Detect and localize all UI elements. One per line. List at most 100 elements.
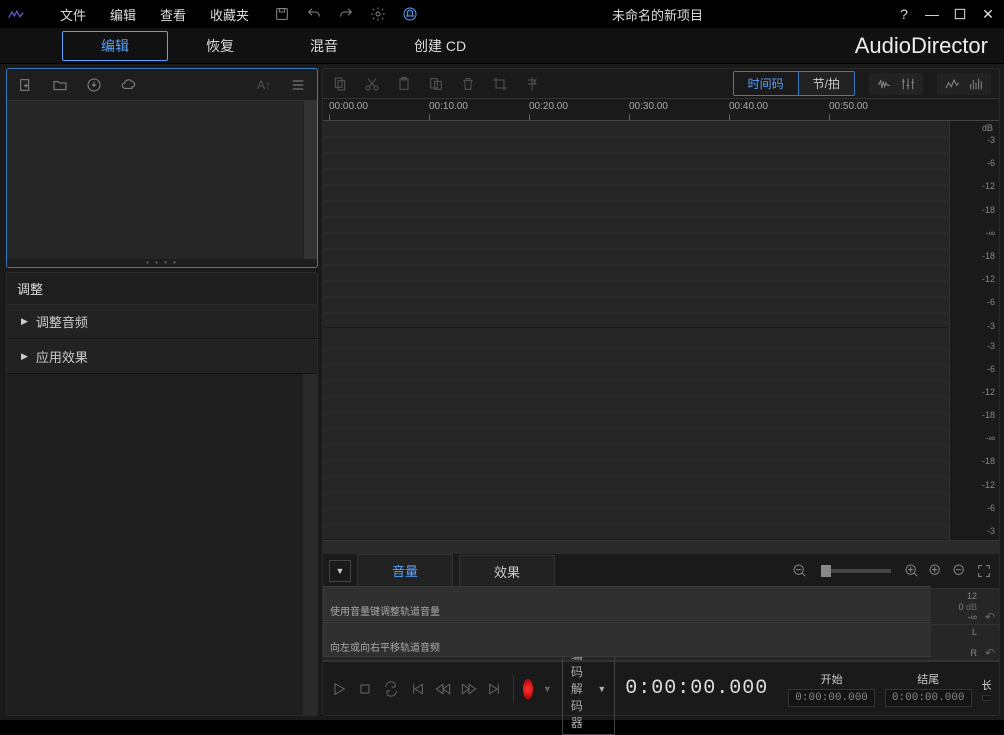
redo-icon[interactable] — [337, 5, 355, 23]
forward-button[interactable] — [461, 679, 477, 699]
menu-view[interactable]: 查看 — [160, 5, 186, 24]
media-library-body[interactable] — [7, 101, 317, 259]
waveform-hscrollbar[interactable] — [323, 540, 999, 554]
start-label: 开始 — [821, 671, 843, 687]
waveform-view-icon[interactable] — [875, 75, 893, 93]
zoom-v-out-icon[interactable] — [951, 562, 969, 580]
waveform-track-left[interactable] — [323, 121, 949, 328]
lower-tab-volume[interactable]: 音量 — [357, 554, 453, 588]
ruler-tick: 00:40.00 — [729, 101, 768, 112]
zoom-out-icon[interactable] — [791, 562, 809, 580]
media-scrollbar[interactable] — [303, 101, 317, 259]
lower-tab-effect[interactable]: 效果 — [459, 555, 555, 588]
settings-icon[interactable] — [369, 5, 387, 23]
media-library-panel: A↑ • • • • — [6, 68, 318, 268]
cloud-icon[interactable] — [119, 76, 137, 94]
adjust-item-audio[interactable]: ▶ 调整音频 — [7, 304, 317, 339]
adjust-scrollbar[interactable] — [303, 374, 317, 715]
waveform-tracks[interactable] — [323, 121, 949, 540]
minimize-icon[interactable]: — — [924, 6, 940, 22]
ruler-tick: 00:00.00 — [329, 101, 368, 112]
titlebar: 文件 编辑 查看 收藏夹 未命名的新项目 ? — ✕ — [0, 0, 1004, 28]
main-timecode: 0:00:00.000 — [625, 677, 768, 700]
notification-icon[interactable] — [401, 5, 419, 23]
import-file-icon[interactable] — [17, 76, 35, 94]
adjust-item-label: 调整音频 — [36, 312, 88, 331]
zoom-slider[interactable] — [821, 569, 891, 573]
adjust-panel: 调整 ▶ 调整音频 ▶ 应用效果 — [6, 272, 318, 716]
paste-special-icon[interactable] — [427, 75, 445, 93]
lane-hint: 使用音量键调整轨道音量 — [330, 603, 440, 618]
zoom-in-icon[interactable] — [903, 562, 921, 580]
mode-tabs-row: 编辑 恢复 混音 创建 CD AudioDirector — [0, 28, 1004, 64]
next-button[interactable] — [487, 679, 503, 699]
mode-tab-restore[interactable]: 恢复 — [168, 32, 272, 60]
stop-button[interactable] — [357, 679, 373, 699]
lane-reset-icon[interactable]: ↶ — [981, 646, 999, 660]
length-time-field[interactable] — [982, 695, 991, 701]
text-size-icon[interactable]: A↑ — [255, 76, 273, 94]
delete-icon[interactable] — [459, 75, 477, 93]
crop-icon[interactable] — [491, 75, 509, 93]
mode-tab-edit[interactable]: 编辑 — [62, 31, 168, 61]
cut-icon[interactable] — [363, 75, 381, 93]
adjust-item-effect[interactable]: ▶ 应用效果 — [7, 339, 317, 374]
seg-timecode[interactable]: 时间码 — [734, 72, 799, 95]
fullscreen-icon[interactable] — [975, 562, 993, 580]
undo-icon[interactable] — [305, 5, 323, 23]
mode-tab-create-cd[interactable]: 创建 CD — [376, 32, 504, 60]
volume-lane-scale: 12 0 dB -∞ — [931, 589, 981, 624]
paste-icon[interactable] — [395, 75, 413, 93]
spectrum-bars-icon[interactable] — [967, 75, 985, 93]
volume-lane: 使用音量键调整轨道音量 12 0 dB -∞ ↶ — [323, 589, 999, 625]
maximize-icon[interactable] — [952, 6, 968, 22]
adjust-header: 调整 — [7, 273, 317, 304]
mode-tab-mix[interactable]: 混音 — [272, 32, 376, 60]
expand-icon: ▶ — [21, 351, 28, 362]
volume-lane-track[interactable]: 使用音量键调整轨道音量 — [323, 586, 931, 621]
play-button[interactable] — [331, 679, 347, 699]
seg-beat[interactable]: 节/拍 — [799, 72, 854, 95]
pan-lane-scale: L R — [931, 625, 981, 660]
menu-favorites[interactable]: 收藏夹 — [210, 5, 249, 24]
pan-lane-track[interactable]: 向左或向右平移轨道音频 — [323, 622, 931, 657]
menu-file[interactable]: 文件 — [60, 5, 86, 24]
adjust-item-label: 应用效果 — [36, 347, 88, 366]
lane-reset-icon[interactable]: ↶ — [981, 610, 999, 624]
waveform-track-right[interactable] — [323, 334, 949, 541]
start-time-field[interactable]: 0:00:00.000 — [788, 689, 875, 707]
ruler-tick: 00:50.00 — [829, 101, 868, 112]
brand-label: AudioDirector — [855, 33, 996, 59]
save-icon[interactable] — [273, 5, 291, 23]
ruler-mode-segment: 时间码 节/拍 — [733, 71, 855, 96]
panel-menu-icon[interactable] — [289, 76, 307, 94]
marker-icon[interactable] — [523, 75, 541, 93]
lane-menu-button[interactable]: ▼ — [329, 560, 351, 582]
project-title: 未命名的新项目 — [419, 5, 896, 24]
help-icon[interactable]: ? — [896, 6, 912, 22]
eq-view-icon[interactable] — [899, 75, 917, 93]
prev-button[interactable] — [409, 679, 425, 699]
db-scale: dB -3-6-12-18-∞-18-12-6-3 -3-6-12-18-∞-1… — [949, 121, 999, 540]
app-logo — [8, 2, 48, 26]
loop-button[interactable] — [383, 679, 399, 699]
copy-icon[interactable] — [331, 75, 349, 93]
import-folder-icon[interactable] — [51, 76, 69, 94]
timeline-ruler[interactable]: 00:00.00 00:10.00 00:20.00 00:30.00 00:4… — [323, 99, 999, 121]
download-icon[interactable] — [85, 76, 103, 94]
lane-hint: 向左或向右平移轨道音频 — [330, 639, 440, 654]
length-label: 长 — [982, 677, 991, 693]
end-label: 结尾 — [917, 671, 939, 687]
ruler-tick: 00:30.00 — [629, 101, 668, 112]
spectrum-linear-icon[interactable] — [943, 75, 961, 93]
ruler-tick: 00:10.00 — [429, 101, 468, 112]
menu-edit[interactable]: 编辑 — [110, 5, 136, 24]
close-icon[interactable]: ✕ — [980, 6, 996, 22]
panel-resize-grip[interactable]: • • • • — [7, 259, 317, 267]
ruler-tick: 00:20.00 — [529, 101, 568, 112]
end-time-field[interactable]: 0:00:00.000 — [885, 689, 972, 707]
zoom-v-in-icon[interactable] — [927, 562, 945, 580]
rewind-button[interactable] — [435, 679, 451, 699]
record-button[interactable] — [523, 679, 532, 699]
expand-icon: ▶ — [21, 316, 28, 327]
